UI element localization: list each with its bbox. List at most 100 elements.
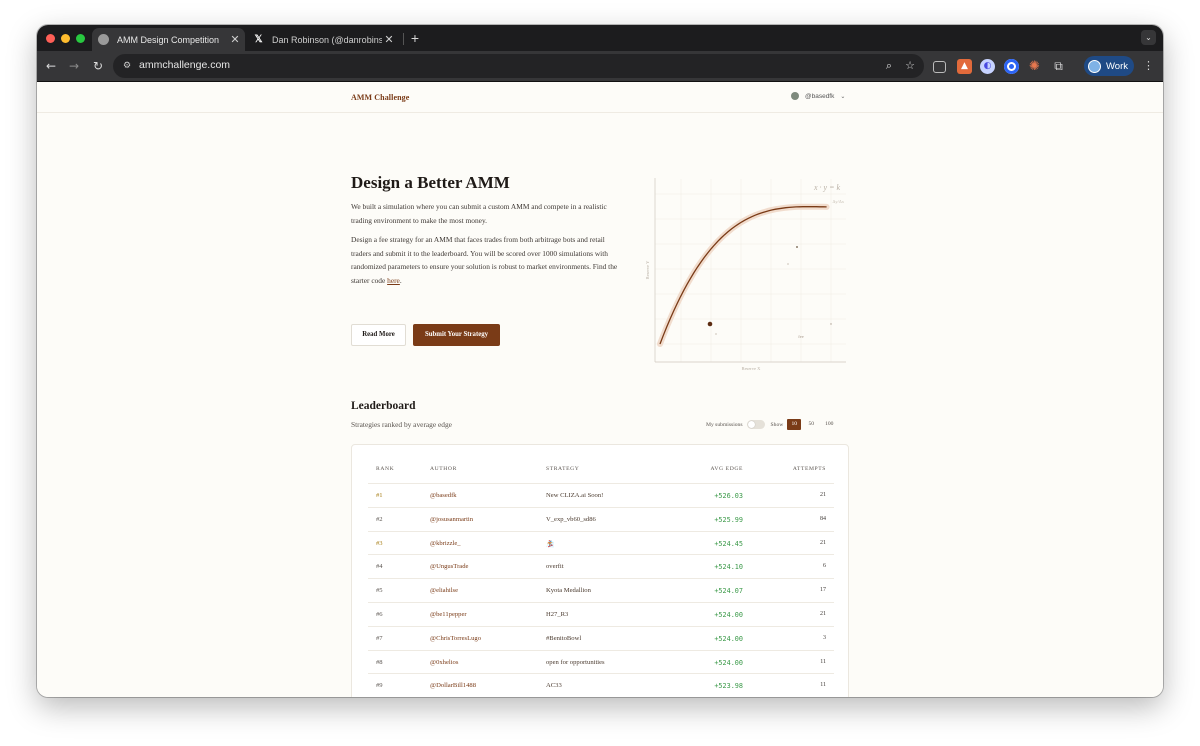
extension-fox-icon[interactable]: ▲ <box>957 59 972 74</box>
attempts-cell: 11 <box>820 658 826 665</box>
author-link[interactable]: @basedfk <box>430 492 457 499</box>
rank-cell: #5 <box>376 587 383 595</box>
close-tab-icon[interactable]: ✕ <box>228 33 242 46</box>
table-row[interactable]: #4 @UngusTrade overfit +524.10 6 <box>368 554 834 578</box>
column-header-author[interactable]: AUTHOR <box>430 466 457 472</box>
attempts-cell: 6 <box>823 563 826 570</box>
site-header: AMM Challenge @basedfk ⌄ <box>37 82 1163 113</box>
close-window-button[interactable] <box>46 34 55 43</box>
attempts-cell: 84 <box>820 515 826 522</box>
table-row[interactable]: #8 @0xhelios open for opportunities +524.00… <box>368 649 834 674</box>
current-price-point <box>707 321 713 327</box>
tab-label: Dan Robinson (@danrobinson <box>272 34 382 45</box>
reload-icon[interactable]: ↻ <box>90 58 106 74</box>
tab-search-button[interactable]: ⌄ <box>1141 30 1156 45</box>
author-link[interactable]: @0xhelios <box>430 659 458 666</box>
profile-button[interactable]: Work <box>1084 56 1134 76</box>
extensions-puzzle-icon[interactable]: ⧉ <box>1051 59 1066 74</box>
table-header: RANK AUTHOR STRATEGY AVG EDGE ATTEMPTS <box>352 466 848 478</box>
table-row[interactable]: #1 @basedfk New CLIZA.ai Soon! +526.03 21 <box>368 483 834 507</box>
chart-title: x · y = k <box>813 183 841 192</box>
table-row[interactable]: #9 @DollarBill1488 AC33 +523.98 11 <box>368 673 834 697</box>
menu-kebab-icon[interactable]: ⋮ <box>1143 58 1154 74</box>
forward-arrow-icon[interactable]: → <box>66 58 82 74</box>
user-handle: @basedfk <box>805 92 835 100</box>
my-submissions-label: My submissions <box>706 421 743 428</box>
page-size-100-button[interactable]: 100 <box>821 419 837 430</box>
attempts-cell: 21 <box>820 539 826 546</box>
browser-window: AMM Design Competition ✕ 𝕏 Dan Robinson … <box>37 25 1163 697</box>
site-info-icon[interactable]: ⚙ <box>121 60 133 72</box>
author-link[interactable]: @DollarBill1488 <box>430 682 476 689</box>
avatar <box>791 92 799 100</box>
leaderboard-table: RANK AUTHOR STRATEGY AVG EDGE ATTEMPTS #… <box>351 444 849 697</box>
rank-cell: #1 <box>376 492 383 499</box>
strategy-cell: 🏂 <box>546 540 555 548</box>
amm-curve-chart: x · y = k Δy/Δx fee Reserve X Reserve Y <box>645 178 846 371</box>
attempts-cell: 21 <box>820 492 826 498</box>
rank-cell: #2 <box>376 515 383 523</box>
column-header-rank[interactable]: RANK <box>376 466 394 472</box>
bookmark-star-icon[interactable]: ☆ <box>903 59 917 73</box>
read-more-button[interactable]: Read More <box>351 324 406 346</box>
new-tab-button[interactable]: + <box>406 29 424 47</box>
y-axis-label: Reserve Y <box>645 260 650 279</box>
tab-amm-design-competition[interactable]: AMM Design Competition ✕ <box>92 28 245 51</box>
rank-cell: #8 <box>376 658 383 666</box>
avg-edge-cell: +524.07 <box>714 587 743 596</box>
starter-code-link[interactable]: here <box>387 276 400 285</box>
address-bar[interactable]: ⚙ ammchallenge.com ⌕ ☆ <box>113 54 924 78</box>
browser-toolbar: ← → ↻ ⚙ ammchallenge.com ⌕ ☆ ▲ ◐ ✺ ⧉ Wor… <box>37 51 1163 82</box>
brand-link[interactable]: AMM Challenge <box>351 93 409 102</box>
back-arrow-icon[interactable]: ← <box>43 58 59 74</box>
author-link[interactable]: @kbrizzle_ <box>430 540 461 547</box>
table-row[interactable]: #7 @ChrisTorresLugo #BenitoBowl +524.00 3 <box>368 625 834 650</box>
page-size-50-button[interactable]: 50 <box>804 419 818 430</box>
table-row[interactable]: #6 @be11pepper H27_R3 +524.00 21 <box>368 602 834 626</box>
my-submissions-toggle[interactable] <box>746 420 765 429</box>
attempts-cell: 3 <box>823 634 826 641</box>
strategy-cell: V_exp_vb60_sd86 <box>546 515 596 523</box>
user-menu[interactable]: @basedfk ⌄ <box>791 92 845 100</box>
extension-ring-icon[interactable] <box>1004 59 1019 74</box>
attempts-cell: 21 <box>820 611 826 617</box>
rank-cell: #3 <box>376 539 383 547</box>
author-link[interactable]: @eliahilse <box>430 587 458 594</box>
url-text[interactable]: ammchallenge.com <box>139 59 230 71</box>
page-size-10-button[interactable]: 10 <box>787 419 802 430</box>
column-header-attempts[interactable]: ATTEMPTS <box>788 466 826 472</box>
table-row[interactable]: #5 @eliahilse Kyota Medallion +524.07 17 <box>368 578 834 602</box>
column-header-avg-edge[interactable]: AVG EDGE <box>709 466 743 472</box>
attempts-cell: 17 <box>820 587 826 594</box>
minimize-window-button[interactable] <box>61 34 70 43</box>
leaderboard-title: Leaderboard <box>351 400 416 412</box>
strategy-cell: New CLIZA.ai Soon! <box>546 492 604 499</box>
tab-divider <box>403 33 404 45</box>
rank-cell: #9 <box>376 682 383 690</box>
reading-list-icon[interactable] <box>933 61 946 73</box>
extension-sparkle-icon[interactable]: ✺ <box>1027 59 1042 74</box>
author-link[interactable]: @be11pepper <box>430 611 467 618</box>
author-link[interactable]: @UngusTrade <box>430 563 468 570</box>
page-title: Design a Better AMM <box>351 173 510 192</box>
extension-planet-icon[interactable]: ◐ <box>980 59 995 74</box>
strategy-cell: H27_R3 <box>546 611 569 618</box>
strategy-cell: AC33 <box>546 682 562 690</box>
author-link[interactable]: @josusanmartin <box>430 516 473 523</box>
avg-edge-cell: +523.98 <box>714 682 743 691</box>
zoom-window-button[interactable] <box>76 34 85 43</box>
hero-description-end: . <box>399 275 402 285</box>
tab-dan-robinson[interactable]: 𝕏 Dan Robinson (@danrobinson ✕ <box>247 28 399 51</box>
author-link[interactable]: @ChrisTorresLugo <box>430 635 481 642</box>
table-row[interactable]: #2 @josusanmartin V_exp_vb60_sd86 +525.99 84 <box>368 506 834 531</box>
trade-point <box>830 323 832 325</box>
close-tab-icon[interactable]: ✕ <box>382 33 396 46</box>
submit-strategy-button[interactable]: Submit Your Strategy <box>413 324 500 346</box>
zoom-icon[interactable]: ⌕ <box>882 59 896 73</box>
column-header-strategy[interactable]: STRATEGY <box>546 466 579 472</box>
avg-edge-cell: +526.03 <box>714 492 743 500</box>
strategy-cell: Kyota Medallion <box>546 587 591 595</box>
strategy-cell: overfit <box>546 563 564 571</box>
table-row[interactable]: #3 @kbrizzle_ 🏂 +524.45 21 <box>368 530 834 555</box>
profile-label: Work <box>1106 60 1128 72</box>
